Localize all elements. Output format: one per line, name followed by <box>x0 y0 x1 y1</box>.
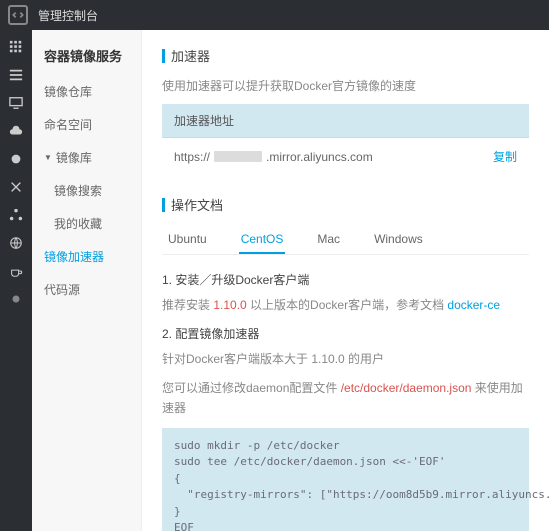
step2-p2a: 您可以通过修改daemon配置文件 <box>162 381 341 395</box>
address-row: https:// .mirror.aliyuncs.com 复制 <box>162 138 529 175</box>
copy-button[interactable]: 复制 <box>493 148 517 165</box>
coffee-icon[interactable] <box>9 264 23 278</box>
accelerator-desc: 使用加速器可以提升获取Docker官方镜像的速度 <box>162 77 529 94</box>
code-block: sudo mkdir -p /etc/docker sudo tee /etc/… <box>162 428 529 531</box>
step2-p1: 针对Docker客户端版本大于 1.10.0 的用户 <box>162 350 529 369</box>
topbar-title: 管理控制台 <box>38 7 98 24</box>
step1-link[interactable]: docker-ce <box>447 298 500 312</box>
dot-icon[interactable] <box>9 292 23 306</box>
tab-windows[interactable]: Windows <box>372 226 425 254</box>
sidebar-item-namespace[interactable]: 命名空间 <box>32 108 141 141</box>
grid-icon[interactable] <box>9 40 23 54</box>
sidebar-item-library[interactable]: 镜像库 <box>32 141 141 174</box>
topbar: 管理控制台 <box>0 0 549 30</box>
globe-icon[interactable] <box>9 236 23 250</box>
sidebar-item-favorites[interactable]: 我的收藏 <box>32 207 141 240</box>
step2-p2: 您可以通过修改daemon配置文件 /etc/docker/daemon.jso… <box>162 379 529 417</box>
address-head: 加速器地址 <box>162 104 529 138</box>
cloud-icon[interactable] <box>9 124 23 138</box>
tools-icon[interactable] <box>9 180 23 194</box>
iconbar <box>0 30 32 531</box>
section-doc-title: 操作文档 <box>162 195 529 214</box>
step1-version: 1.10.0 <box>213 298 246 312</box>
step1-text: 推荐安装 1.10.0 以上版本的Docker客户端，参考文档 docker-c… <box>162 296 529 315</box>
address-box: 加速器地址 https:// .mirror.aliyuncs.com 复制 <box>162 104 529 175</box>
sidebar-item-codesource[interactable]: 代码源 <box>32 273 141 306</box>
tab-mac[interactable]: Mac <box>315 226 342 254</box>
step2-title: 2. 配置镜像加速器 <box>162 325 529 342</box>
step1-title: 1. 安装／升级Docker客户端 <box>162 271 529 288</box>
service-icon[interactable] <box>9 152 23 166</box>
address-url: https:// .mirror.aliyuncs.com <box>174 150 493 164</box>
step2-filepath: /etc/docker/daemon.json <box>341 381 472 395</box>
section-accelerator-title: 加速器 <box>162 46 529 65</box>
sidebar-title: 容器镜像服务 <box>32 42 141 75</box>
step1-p1: 推荐安装 <box>162 298 213 312</box>
list-icon[interactable] <box>9 68 23 82</box>
sidebar-item-search[interactable]: 镜像搜索 <box>32 174 141 207</box>
address-url-prefix: https:// <box>174 150 210 164</box>
tab-centos[interactable]: CentOS <box>239 226 286 254</box>
tab-ubuntu[interactable]: Ubuntu <box>166 226 209 254</box>
sidebar-item-repos[interactable]: 镜像仓库 <box>32 75 141 108</box>
os-tabs: Ubuntu CentOS Mac Windows <box>162 226 529 255</box>
address-url-masked <box>214 151 262 162</box>
monitor-icon[interactable] <box>9 96 23 110</box>
nodes-icon[interactable] <box>9 208 23 222</box>
sidebar-item-label: 镜像库 <box>56 149 92 166</box>
sidebar: 容器镜像服务 镜像仓库 命名空间 镜像库 镜像搜索 我的收藏 镜像加速器 代码源 <box>32 30 142 531</box>
address-url-suffix: .mirror.aliyuncs.com <box>266 150 373 164</box>
brand-logo-icon <box>8 5 28 25</box>
main-content: 加速器 使用加速器可以提升获取Docker官方镜像的速度 加速器地址 https… <box>142 30 549 531</box>
step1-p2: 以上版本的Docker客户端，参考文档 <box>247 298 448 312</box>
sidebar-item-accelerator[interactable]: 镜像加速器 <box>32 240 141 273</box>
